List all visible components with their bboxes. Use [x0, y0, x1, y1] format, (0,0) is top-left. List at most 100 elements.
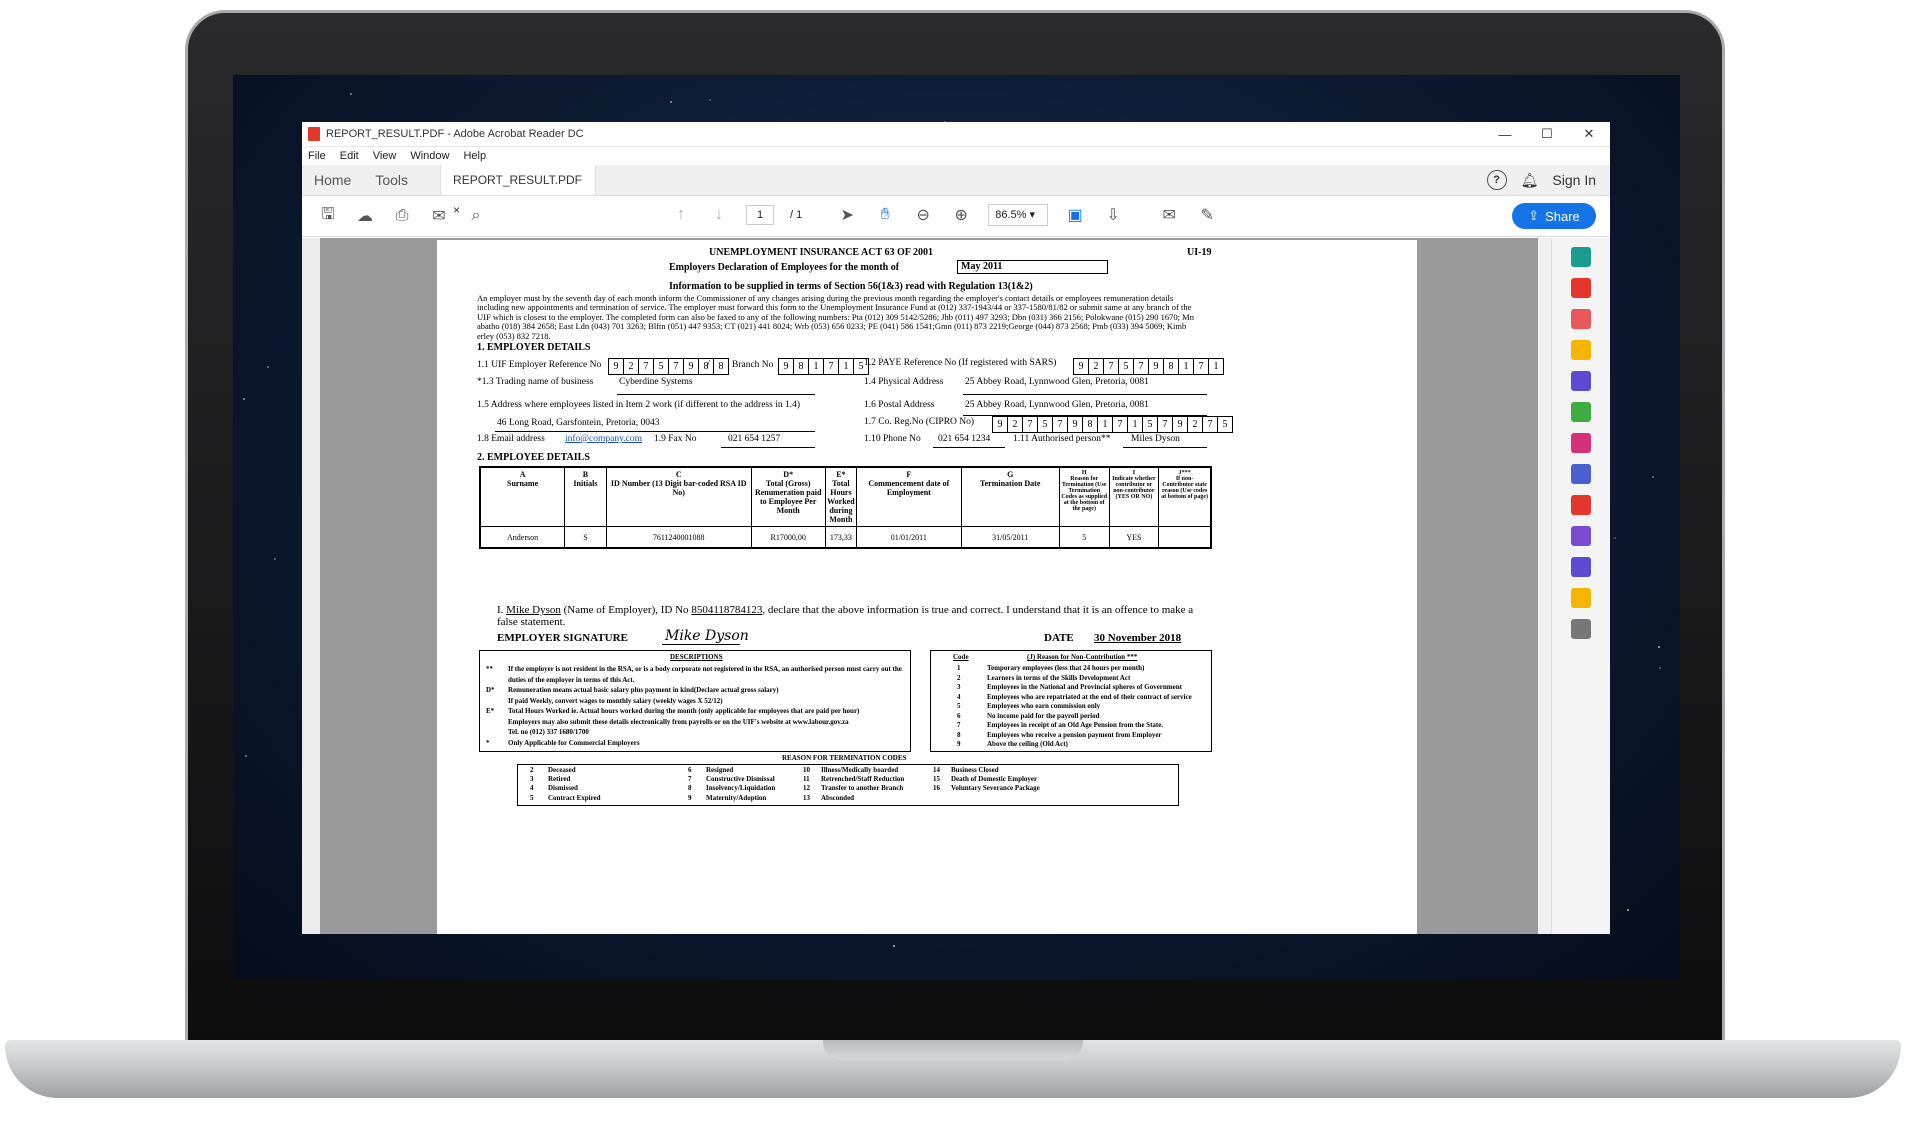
digit-box[interactable]: 8 — [1082, 416, 1098, 433]
digit-box[interactable]: 5 — [1142, 416, 1158, 433]
tab-document[interactable]: REPORT_RESULT.PDF × — [440, 165, 597, 217]
postal-address-value[interactable]: 25 Abbey Road, Lynnwood Glen, Pretoria, … — [965, 400, 1149, 410]
cell-initials[interactable]: S — [564, 526, 607, 549]
organize-pages-icon[interactable] — [1571, 309, 1591, 329]
email-link[interactable]: info@company.com — [565, 434, 642, 444]
save-icon[interactable]: 🖫︎ — [317, 205, 339, 227]
digit-box[interactable]: 1 — [1127, 416, 1143, 433]
digit-box[interactable]: 9 — [1073, 358, 1089, 375]
digit-box[interactable]: 7 — [1157, 416, 1173, 433]
email-icon[interactable]: ✉︎ — [428, 205, 450, 227]
pdf-convert-icon[interactable] — [1571, 495, 1591, 515]
comment-icon[interactable]: ✉︎ — [1158, 204, 1180, 226]
share-button[interactable]: ⇪ Share — [1512, 203, 1596, 229]
fax-value[interactable]: 021 654 1257 — [728, 434, 780, 444]
menu-view[interactable]: View — [373, 150, 397, 162]
close-button[interactable]: ✕ — [1568, 122, 1610, 146]
fill-sign-icon[interactable] — [1571, 433, 1591, 453]
digit-box[interactable]: 7 — [823, 358, 839, 375]
menu-file[interactable]: File — [308, 150, 326, 162]
maximize-button[interactable]: ☐ — [1526, 122, 1568, 146]
menu-window[interactable]: Window — [410, 150, 449, 162]
digit-box[interactable]: 5 — [1037, 416, 1053, 433]
cell-contributor[interactable]: YES — [1108, 526, 1160, 549]
page-down-icon[interactable]: ↓ — [708, 204, 730, 226]
vertical-scrollbar[interactable] — [1538, 238, 1552, 934]
upload-icon[interactable]: ☁︎ — [354, 205, 376, 227]
fit-page-icon[interactable]: ▣ — [1064, 204, 1086, 226]
digit-box[interactable]: 7 — [638, 358, 654, 375]
hand-icon[interactable]: ✋︎ — [874, 204, 896, 226]
digit-box[interactable]: 7 — [1133, 358, 1149, 375]
trading-name-value[interactable]: Cyberdine Systems — [619, 377, 693, 387]
comment-tool-icon[interactable] — [1571, 340, 1591, 360]
digit-box[interactable]: 5 — [653, 358, 669, 375]
print-icon[interactable]: ⎙ — [391, 205, 413, 227]
tab-tools[interactable]: Tools — [363, 165, 420, 195]
digit-box[interactable]: 9 — [683, 358, 699, 375]
edit-pdf-icon[interactable] — [1571, 526, 1591, 546]
digit-box[interactable]: 2 — [1088, 358, 1104, 375]
work-address-value[interactable]: 46 Long Road, Garsfontein, Pretoria, 004… — [497, 418, 660, 428]
highlight-icon[interactable]: ✎ — [1196, 204, 1218, 226]
cell-surname[interactable]: Anderson — [479, 526, 566, 549]
more-tools-icon[interactable] — [1571, 619, 1591, 639]
digit-box[interactable]: 9 — [608, 358, 624, 375]
digit-box[interactable]: 9 — [1067, 416, 1083, 433]
sign-in-button[interactable]: Sign In — [1552, 172, 1596, 188]
digit-box[interactable]: 1 — [838, 358, 854, 375]
digit-box[interactable]: 7 — [1052, 416, 1068, 433]
digit-box[interactable]: 2 — [1187, 416, 1203, 433]
digit-box[interactable]: 7 — [668, 358, 684, 375]
page-up-icon[interactable]: ↑ — [670, 204, 692, 226]
cell-reason[interactable]: 5 — [1058, 526, 1110, 549]
create-pdf-icon[interactable] — [1571, 278, 1591, 298]
cell-id-number[interactable]: 7611240001088 — [605, 526, 752, 549]
zoom-out-icon[interactable]: ⊖ — [912, 204, 934, 226]
digit-box[interactable]: 2 — [623, 358, 639, 375]
digit-box[interactable]: 1 — [808, 358, 824, 375]
compress-icon[interactable] — [1571, 402, 1591, 422]
branch-boxes[interactable]: 981715 — [778, 358, 869, 375]
scroll-mode-icon[interactable]: ⇩ — [1102, 204, 1124, 226]
digit-box[interactable]: 9 — [1172, 416, 1188, 433]
coreg-boxes[interactable]: 9275798171579275 — [992, 416, 1233, 433]
digit-box[interactable]: 9 — [1148, 358, 1164, 375]
bell-icon[interactable]: 🔔︎ — [1521, 172, 1539, 189]
export-pdf-icon[interactable] — [1571, 247, 1591, 267]
uif-ref-boxes[interactable]: 9275798 — [608, 358, 714, 375]
cell-noncontrib-reason[interactable] — [1158, 526, 1212, 549]
digit-box[interactable]: 1 — [1178, 358, 1194, 375]
send-signature-icon[interactable] — [1571, 557, 1591, 577]
search-icon[interactable]: ⌕ — [465, 205, 487, 227]
digit-box[interactable]: 8 — [793, 358, 809, 375]
cell-hours[interactable]: 173,33 — [824, 526, 858, 549]
physical-address-value[interactable]: 25 Abbey Road, Lynnwood Glen, Pretoria, … — [965, 377, 1149, 387]
digit-box[interactable]: 5 — [1217, 416, 1233, 433]
digit-box[interactable]: 7 — [1202, 416, 1218, 433]
digit-box[interactable]: 7 — [1112, 416, 1128, 433]
digit-box[interactable]: 1 — [1097, 416, 1113, 433]
digit-box[interactable]: 9 — [992, 416, 1008, 433]
authorised-person-value[interactable]: Miles Dyson — [1131, 434, 1180, 444]
combine-files-icon[interactable] — [1571, 371, 1591, 391]
digit-box[interactable]: 8 — [713, 358, 729, 375]
select-icon[interactable]: ➤ — [836, 204, 858, 226]
zoom-in-icon[interactable]: ⊕ — [950, 204, 972, 226]
cell-remuneration[interactable]: R17000,00 — [750, 526, 826, 549]
protect-icon[interactable] — [1571, 464, 1591, 484]
cell-commencement[interactable]: 01/01/2011 — [856, 526, 962, 549]
phone-value[interactable]: 021 654 1234 — [938, 434, 990, 444]
digit-box[interactable]: 7 — [1193, 358, 1209, 375]
digit-box[interactable]: 8 — [698, 358, 714, 375]
month-field[interactable]: May 2011 — [957, 260, 1108, 274]
digit-box[interactable]: 5 — [1118, 358, 1134, 375]
digit-box[interactable]: 1 — [1208, 358, 1224, 375]
minimize-button[interactable]: — — [1484, 122, 1526, 146]
help-icon[interactable]: ? — [1486, 170, 1507, 190]
digit-box[interactable]: 2 — [1007, 416, 1023, 433]
uif-check-box[interactable]: 8 — [713, 358, 729, 375]
cell-termination[interactable]: 31/05/2011 — [960, 526, 1060, 549]
menu-help[interactable]: Help — [463, 150, 486, 162]
paye-boxes[interactable]: 9275798171 — [1073, 358, 1224, 375]
